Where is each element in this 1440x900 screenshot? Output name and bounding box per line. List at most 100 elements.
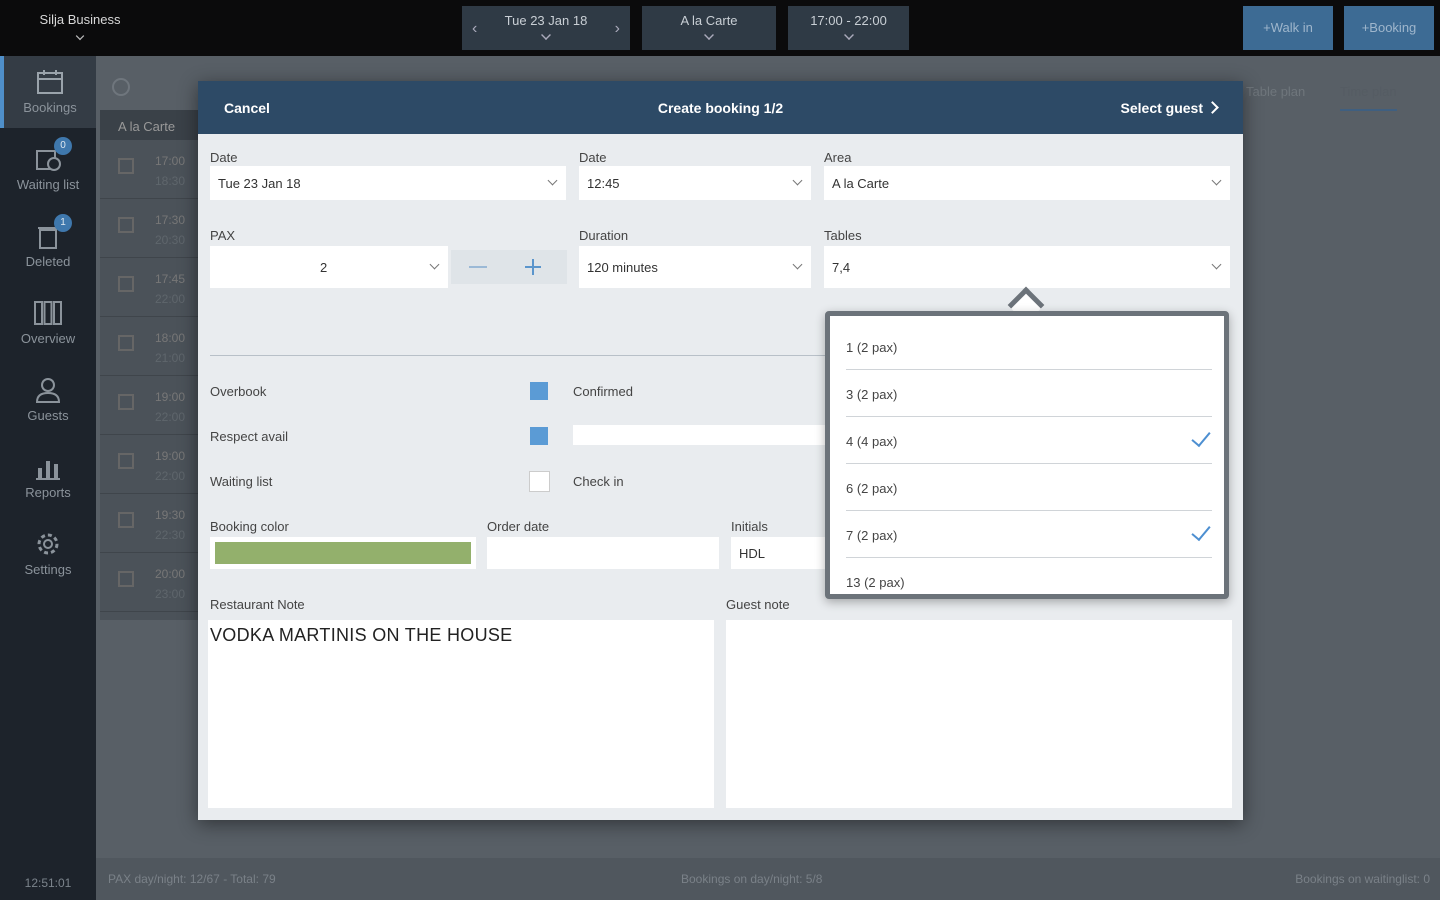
chevron-down-icon <box>792 259 803 270</box>
list-item[interactable]: 20:00 23:00 <box>100 553 200 612</box>
tables-option[interactable]: 7 (2 pax) <box>846 512 1212 558</box>
overbook-label: Overbook <box>210 384 267 399</box>
sidebar-item-bookings[interactable]: Bookings <box>0 56 96 128</box>
clock: 12:51:01 <box>24 876 72 890</box>
chevron-left-icon[interactable]: ‹ <box>472 20 477 38</box>
sidebar-item-label: Reports <box>25 485 71 500</box>
waiting-list-label: Waiting list <box>210 474 273 489</box>
list-item[interactable]: 19:00 22:00 <box>100 435 200 494</box>
table-icon <box>118 571 134 587</box>
checkmark-icon <box>1191 426 1211 448</box>
restaurant-note-text: VODKA MARTINIS ON THE HOUSE <box>210 625 513 645</box>
chevron-down-icon <box>704 30 714 40</box>
dialog-title: Create booking 1/2 <box>657 100 784 116</box>
color-swatch <box>215 542 471 564</box>
sidebar-item-label: Deleted <box>25 254 71 269</box>
calendar-icon <box>37 70 63 94</box>
waiting-count-badge: 0 <box>54 137 72 155</box>
tables-option[interactable]: 6 (2 pax) <box>846 465 1212 511</box>
initials-label: Initials <box>731 519 768 534</box>
area-selector[interactable]: A la Carte <box>642 6 776 50</box>
date-selector[interactable]: ‹ Tue 23 Jan 18 › <box>462 6 630 50</box>
area-value: A la Carte <box>832 176 890 191</box>
tables-option[interactable]: 1 (2 pax) <box>846 324 1212 370</box>
tab-time-plan[interactable]: Time plan <box>1340 84 1397 111</box>
tables-field-label: Tables <box>824 228 862 243</box>
pax-value: 2 <box>320 260 328 275</box>
chevron-down-icon <box>541 30 551 40</box>
table-icon <box>118 512 134 528</box>
tables-option[interactable]: 3 (2 pax) <box>846 371 1212 417</box>
sidebar-item-guests[interactable]: Guests <box>0 364 96 436</box>
table-icon <box>118 394 134 410</box>
tables-select[interactable]: 7,4 <box>824 246 1230 288</box>
search-icon[interactable] <box>112 78 130 96</box>
tables-option[interactable]: 4 (4 pax) <box>846 418 1212 464</box>
time-field-label: Date <box>579 150 607 165</box>
tab-table-plan[interactable]: Table plan <box>1246 84 1305 99</box>
date-field-label: Date <box>210 150 238 165</box>
pax-stepper <box>451 250 567 284</box>
guest-note-label: Guest note <box>726 597 790 612</box>
time-range-label: 17:00 - 22:00 <box>810 13 887 28</box>
waitinglist-summary: Bookings on waitinglist: 0 <box>1295 872 1430 886</box>
bookings-summary: Bookings on day/night: 5/8 <box>681 872 823 886</box>
list-item[interactable]: 19:30 22:30 <box>100 494 200 553</box>
date-value: Tue 23 Jan 18 <box>218 176 301 191</box>
booking-color-picker[interactable] <box>210 537 476 569</box>
sidebar-item-settings[interactable]: Settings <box>0 518 96 590</box>
time-select[interactable]: 12:45 <box>579 166 811 200</box>
sidebar-item-label: Waiting list <box>16 177 80 192</box>
guest-note-field[interactable] <box>726 620 1232 808</box>
waiting-list-checkbox[interactable] <box>529 471 550 492</box>
sidebar-item-reports[interactable]: Reports <box>0 441 96 513</box>
walk-in-button[interactable]: +Walk in <box>1243 6 1333 50</box>
sidebar-item-label: Bookings <box>23 100 77 115</box>
date-select[interactable]: Tue 23 Jan 18 <box>210 166 566 200</box>
area-field-label: Area <box>824 150 852 165</box>
confirmed-field[interactable] <box>573 425 825 445</box>
sidebar-item-deleted[interactable]: 1 Deleted <box>0 210 96 282</box>
list-item[interactable]: 17:30 20:30 <box>100 199 200 258</box>
tables-option[interactable]: 13 (2 pax) <box>846 559 1212 605</box>
bar-chart-icon <box>36 461 60 480</box>
minus-icon[interactable] <box>469 266 487 268</box>
list-item[interactable]: 17:45 22:00 <box>100 258 200 317</box>
chevron-down-icon <box>1211 259 1222 270</box>
chevron-right-icon[interactable]: › <box>615 20 620 38</box>
respect-avail-checkbox[interactable] <box>530 427 548 445</box>
chevron-down-icon <box>1211 175 1222 186</box>
sidebar-item-waiting-list[interactable]: 0 Waiting list <box>0 133 96 205</box>
time-range-selector[interactable]: 17:00 - 22:00 <box>788 6 909 50</box>
sidebar: Bookings 0 Waiting list 1 Deleted Overvi… <box>0 56 96 900</box>
initials-value: HDL <box>739 546 766 561</box>
select-guest-button[interactable]: Select guest <box>1121 100 1203 116</box>
confirmed-label: Confirmed <box>573 384 633 399</box>
order-date-field[interactable] <box>487 537 719 569</box>
restaurant-note-field[interactable]: VODKA MARTINIS ON THE HOUSE <box>208 620 714 808</box>
list-item[interactable]: 19:00 22:00 <box>100 376 200 435</box>
columns-icon <box>34 301 62 325</box>
cancel-button[interactable]: Cancel <box>224 100 270 116</box>
check-in-label: Check in <box>573 474 624 489</box>
checkmark-icon <box>1191 520 1211 542</box>
table-icon <box>118 335 134 351</box>
list-item[interactable]: 17:00 18:30 <box>100 140 200 199</box>
respect-avail-label: Respect avail <box>210 429 289 444</box>
deleted-count-badge: 1 <box>54 214 72 232</box>
area-select[interactable]: A la Carte <box>824 166 1230 200</box>
list-item[interactable]: 18:00 21:00 <box>100 317 200 376</box>
venue-selector[interactable]: Silja Business <box>0 0 160 56</box>
booking-list: A la Carte 17:00 18:30 17:30 20:30 17:45 22… <box>100 110 200 620</box>
overbook-checkbox[interactable] <box>530 382 548 400</box>
chevron-down-icon <box>843 30 854 40</box>
pax-select[interactable]: 2 <box>210 246 448 288</box>
dialog-header: Create booking 1/2 Cancel Select guest <box>198 81 1243 134</box>
duration-select[interactable]: 120 minutes <box>579 246 811 288</box>
new-booking-button[interactable]: +Booking <box>1344 6 1434 50</box>
table-icon <box>118 276 134 292</box>
sidebar-item-overview[interactable]: Overview <box>0 287 96 359</box>
initials-field[interactable]: HDL <box>731 537 825 569</box>
chevron-down-icon <box>792 175 803 186</box>
date-label: Tue 23 Jan 18 <box>504 13 588 28</box>
